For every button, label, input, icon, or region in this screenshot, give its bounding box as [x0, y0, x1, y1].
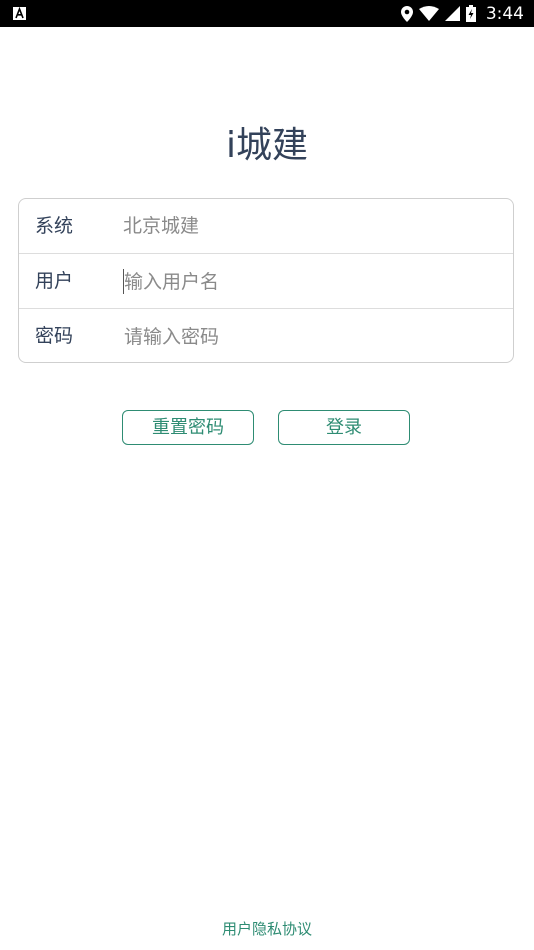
- status-bar: 3:44: [0, 0, 534, 27]
- status-time: 3:44: [485, 3, 524, 24]
- privacy-policy-link[interactable]: 用户隐私协议: [0, 918, 534, 939]
- wifi-icon: [418, 6, 439, 21]
- status-icons: 3:44: [400, 0, 524, 27]
- text-cursor: [123, 269, 124, 294]
- location-icon: [400, 5, 413, 22]
- system-row[interactable]: 系统 北京城建: [19, 199, 513, 254]
- app-title: i城建: [225, 125, 308, 166]
- password-input[interactable]: [123, 321, 494, 352]
- battery-charging-icon: [465, 5, 476, 22]
- cell-signal-icon: [444, 6, 460, 21]
- system-label: 系统: [35, 215, 74, 237]
- user-label: 用户: [35, 270, 74, 292]
- a-badge-icon: [13, 7, 26, 20]
- password-row: 密码: [19, 309, 513, 364]
- login-button[interactable]: 登录: [278, 410, 410, 445]
- system-selector[interactable]: 北京城建: [123, 199, 199, 254]
- password-label: 密码: [35, 325, 74, 347]
- username-input[interactable]: [123, 266, 494, 297]
- user-row: 用户: [19, 254, 513, 309]
- reset-password-button[interactable]: 重置密码: [122, 410, 254, 445]
- login-form: 系统 北京城建 用户 密码: [18, 198, 514, 363]
